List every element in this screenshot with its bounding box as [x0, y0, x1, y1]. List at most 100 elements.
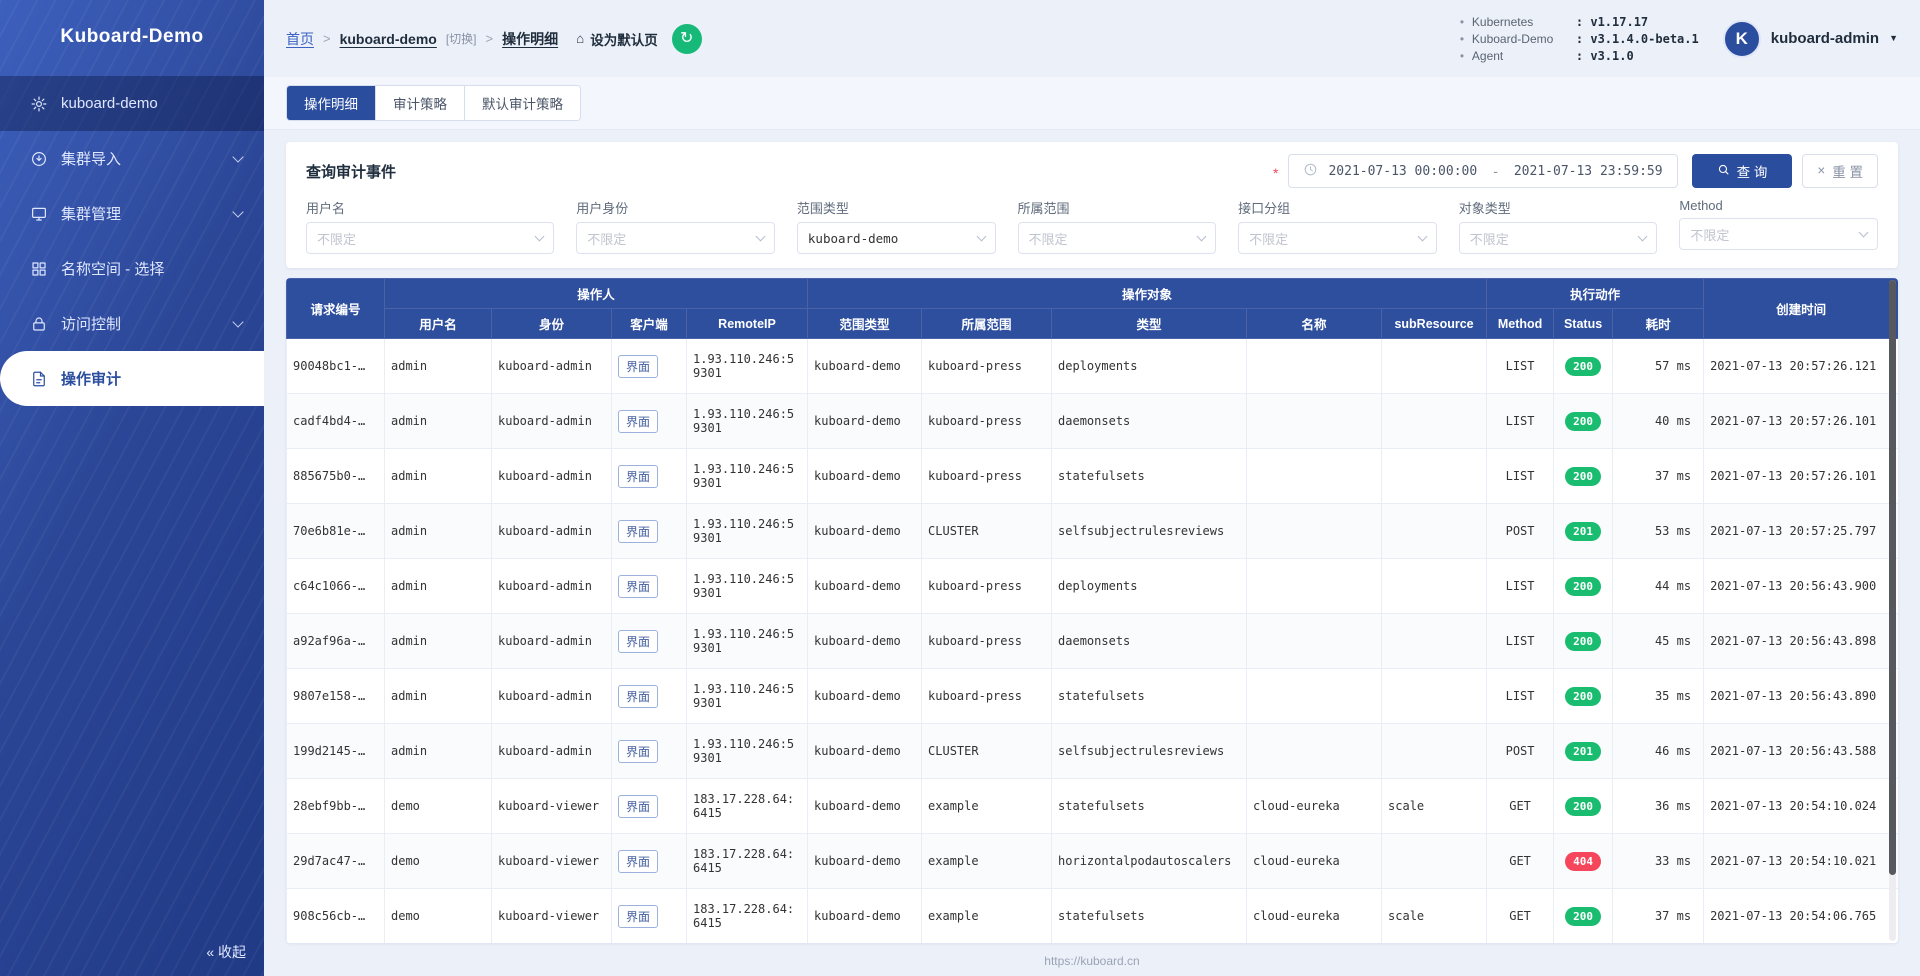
- chevron-down-icon: [1196, 231, 1207, 242]
- table-row[interactable]: 199d2145-… admin kuboard-admin 界面 1.93.110.2…: [286, 723, 1898, 779]
- cell-status: 200: [1553, 668, 1614, 724]
- cell-scope-type: kuboard-demo: [807, 558, 923, 614]
- cell-method: GET: [1486, 888, 1555, 943]
- filter-select-scope-type[interactable]: kuboard-demo: [796, 222, 996, 254]
- sidebar-item-kuboard-demo[interactable]: kuboard-demo: [0, 76, 264, 131]
- filter-select-api-group[interactable]: 不限定: [1238, 222, 1437, 254]
- table-row[interactable]: c64c1066-… admin kuboard-admin 界面 1.93.110.2…: [286, 558, 1898, 614]
- version-name: Agent: [1471, 48, 1504, 63]
- table-row[interactable]: 90048bc1-… admin kuboard-admin 界面 1.93.110.2…: [286, 338, 1898, 394]
- reset-button-label: 重 置: [1832, 165, 1863, 180]
- table-row[interactable]: 885675b0-… admin kuboard-admin 界面 1.93.110.2…: [286, 448, 1898, 504]
- status-badge: 200: [1565, 411, 1602, 431]
- tab-audit-detail[interactable]: 操作明细: [287, 86, 376, 120]
- table-row[interactable]: 29d7ac47-… demo kuboard-viewer 界面 183.17.228…: [286, 833, 1898, 889]
- table-row[interactable]: 908c56cb-… demo kuboard-viewer 界面 183.17.228…: [286, 888, 1898, 943]
- cell-scope: kuboard-press: [921, 668, 1053, 724]
- cell-request-id: a92af96a-…: [286, 613, 385, 669]
- cell-request-id: c64c1066-…: [286, 558, 385, 614]
- breadcrumb-separator: >: [485, 31, 494, 46]
- tab-audit-policy[interactable]: 审计策略: [376, 86, 465, 120]
- cell-resource-type: deployments: [1051, 338, 1248, 394]
- sidebar-item-operation-audit[interactable]: 操作审计: [0, 351, 264, 406]
- breadcrumb-home[interactable]: 首页: [286, 29, 314, 49]
- breadcrumb-cluster[interactable]: kuboard-demo: [340, 31, 437, 47]
- vertical-scrollbar[interactable]: [1889, 280, 1896, 941]
- cell-resource-type: daemonsets: [1051, 393, 1248, 449]
- footer-link[interactable]: https://kuboard.cn: [1044, 954, 1139, 968]
- gear-icon: [30, 95, 48, 113]
- status-badge: 200: [1565, 906, 1602, 926]
- refresh-button[interactable]: ↻: [671, 23, 702, 54]
- cell-method: LIST: [1486, 558, 1555, 614]
- sidebar: Kuboard-Demo kuboard-demo 集群导入 集群管理 名称空间 - …: [0, 0, 264, 976]
- filter-select-scope[interactable]: 不限定: [1017, 222, 1217, 254]
- topbar: 首页 > kuboard-demo [切换] > 操作明细 ⌂ 设为默认页 ↻ …: [264, 0, 1920, 77]
- cell-request-id: 70e6b81e-…: [286, 503, 385, 559]
- client-tag: 界面: [618, 629, 659, 653]
- table-row[interactable]: 70e6b81e-… admin kuboard-admin 界面 1.93.110.2…: [286, 503, 1898, 559]
- filter-method: Method 不限定: [1679, 198, 1879, 254]
- cell-duration: 53 ms: [1612, 503, 1705, 559]
- client-tag: 界面: [618, 409, 659, 433]
- table-row[interactable]: a92af96a-… admin kuboard-admin 界面 1.93.110.2…: [286, 613, 1898, 669]
- cell-sub-resource: [1381, 338, 1488, 394]
- cell-created-at: 2021-07-13 20:56:43.890: [1703, 668, 1898, 724]
- cell-user-name: demo: [384, 888, 492, 943]
- set-default-page-button[interactable]: ⌂ 设为默认页: [576, 29, 658, 49]
- cell-scope: kuboard-press: [921, 393, 1053, 449]
- sidebar-item-access-control[interactable]: 访问控制: [0, 296, 264, 351]
- sidebar-collapse-button[interactable]: « 收起: [206, 942, 246, 962]
- table-row[interactable]: 28ebf9bb-… demo kuboard-viewer 界面 183.17.228…: [286, 778, 1898, 834]
- cluster-switch-link[interactable]: [切换]: [446, 30, 477, 47]
- cell-method: POST: [1486, 503, 1555, 559]
- cell-sub-resource: [1381, 448, 1488, 504]
- tab-default-audit-policy[interactable]: 默认审计策略: [465, 86, 580, 120]
- sidebar-item-namespace-select[interactable]: 名称空间 - 选择: [0, 241, 264, 296]
- cell-resource-name: [1246, 503, 1383, 559]
- cell-user-name: admin: [384, 448, 492, 504]
- filter-select-method[interactable]: 不限定: [1679, 218, 1879, 250]
- required-asterisk: *: [1273, 164, 1279, 181]
- client-tag: 界面: [618, 849, 659, 873]
- filter-select-object-type[interactable]: 不限定: [1458, 222, 1658, 254]
- cell-sub-resource: [1381, 723, 1488, 779]
- client-tag: 界面: [618, 519, 659, 543]
- search-button-label: 查 询: [1736, 165, 1768, 180]
- cell-resource-type: statefulsets: [1051, 888, 1248, 943]
- cell-client: 界面: [611, 833, 687, 889]
- reset-button[interactable]: × 重 置: [1802, 154, 1878, 188]
- column-header: 客户端: [611, 308, 687, 339]
- user-menu[interactable]: K kuboard-admin ▼: [1722, 19, 1898, 58]
- table-header-group-row: 请求编号 操作人 操作对象 执行动作 创建时间: [286, 278, 1898, 339]
- cell-identity: kuboard-admin: [491, 503, 612, 559]
- cell-duration: 40 ms: [1612, 393, 1705, 449]
- cell-request-id: 885675b0-…: [286, 448, 385, 504]
- table-row[interactable]: cadf4bd4-… admin kuboard-admin 界面 1.93.110.2…: [286, 393, 1898, 449]
- cell-created-at: 2021-07-13 20:56:43.588: [1703, 723, 1898, 779]
- cell-resource-name: [1246, 448, 1383, 504]
- scrollbar-thumb[interactable]: [1889, 280, 1896, 875]
- cell-scope: kuboard-press: [921, 338, 1053, 394]
- footer: https://kuboard.cn: [264, 943, 1920, 976]
- cell-duration: 36 ms: [1612, 778, 1705, 834]
- cell-method: LIST: [1486, 338, 1555, 394]
- search-button[interactable]: 查 询: [1691, 154, 1793, 188]
- cell-resource-type: statefulsets: [1051, 668, 1248, 724]
- filter-select-user-name[interactable]: 不限定: [306, 222, 555, 254]
- table-row[interactable]: 9807e158-… admin kuboard-admin 界面 1.93.110.2…: [286, 668, 1898, 724]
- cell-remote-ip: 1.93.110.246:59301: [685, 558, 809, 614]
- cell-scope: kuboard-press: [921, 558, 1053, 614]
- cell-remote-ip: 183.17.228.64:6415: [685, 833, 809, 889]
- date-range-input[interactable]: 2021-07-13 00:00:00 - 2021-07-13 23:59:5…: [1288, 154, 1678, 188]
- breadcrumb-current[interactable]: 操作明细: [502, 29, 558, 49]
- cell-sub-resource: [1381, 833, 1488, 889]
- client-tag: 界面: [618, 794, 659, 818]
- sidebar-item-cluster-manage[interactable]: 集群管理: [0, 186, 264, 241]
- cell-resource-type: statefulsets: [1051, 448, 1248, 504]
- cell-identity: kuboard-admin: [491, 338, 612, 394]
- client-tag: 界面: [618, 574, 659, 598]
- filter-select-user-identity[interactable]: 不限定: [576, 222, 775, 254]
- cell-status: 201: [1553, 503, 1614, 559]
- sidebar-item-cluster-import[interactable]: 集群导入: [0, 131, 264, 186]
